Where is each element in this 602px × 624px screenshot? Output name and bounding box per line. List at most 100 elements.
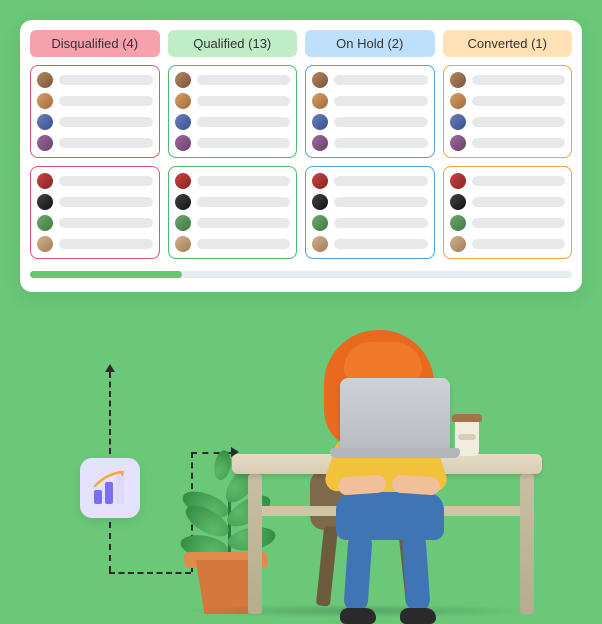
analytics-tile[interactable] (80, 458, 140, 518)
entry-placeholder-line (59, 117, 153, 127)
card-entry[interactable] (37, 72, 153, 88)
card-entry[interactable] (312, 72, 428, 88)
kanban-column (305, 65, 435, 259)
kanban-card[interactable] (30, 166, 160, 259)
entry-placeholder-line (59, 239, 153, 249)
kanban-column (168, 65, 298, 259)
card-entry[interactable] (175, 135, 291, 151)
avatar (312, 135, 328, 151)
card-entry[interactable] (312, 135, 428, 151)
connector-line (191, 452, 231, 454)
card-entry[interactable] (312, 93, 428, 109)
avatar (312, 72, 328, 88)
entry-placeholder-line (197, 75, 291, 85)
entry-placeholder-line (197, 117, 291, 127)
kanban-card[interactable] (168, 166, 298, 259)
card-entry[interactable] (175, 173, 291, 189)
avatar (37, 135, 53, 151)
card-entry[interactable] (312, 215, 428, 231)
avatar (450, 236, 466, 252)
entry-placeholder-line (472, 117, 566, 127)
card-entry[interactable] (37, 114, 153, 130)
card-entry[interactable] (450, 194, 566, 210)
entry-placeholder-line (59, 176, 153, 186)
avatar (175, 93, 191, 109)
card-entry[interactable] (175, 72, 291, 88)
card-entry[interactable] (175, 194, 291, 210)
card-entry[interactable] (450, 114, 566, 130)
entry-placeholder-line (197, 138, 291, 148)
kanban-card[interactable] (443, 65, 573, 158)
connector-line (109, 572, 191, 574)
entry-placeholder-line (197, 197, 291, 207)
card-entry[interactable] (450, 135, 566, 151)
entry-placeholder-line (59, 75, 153, 85)
desk-illustration (248, 474, 262, 614)
kanban-board: Disqualified (4) Qualified (13) On Hold (2… (20, 20, 582, 292)
entry-placeholder-line (59, 96, 153, 106)
card-entry[interactable] (175, 236, 291, 252)
kanban-card[interactable] (30, 65, 160, 158)
laptop-illustration (340, 378, 450, 450)
avatar (312, 215, 328, 231)
coffee-cup-illustration (455, 420, 479, 456)
card-entry[interactable] (175, 215, 291, 231)
desk-illustration (520, 474, 534, 614)
entry-placeholder-line (197, 176, 291, 186)
card-entry[interactable] (175, 114, 291, 130)
floor-shadow (180, 604, 540, 618)
entry-placeholder-line (472, 176, 566, 186)
horizontal-scrollbar[interactable] (30, 271, 572, 278)
card-entry[interactable] (37, 173, 153, 189)
card-entry[interactable] (450, 236, 566, 252)
card-entry[interactable] (37, 236, 153, 252)
card-entry[interactable] (37, 215, 153, 231)
column-tab[interactable]: Disqualified (4) (30, 30, 160, 57)
kanban-card[interactable] (305, 166, 435, 259)
entry-placeholder-line (472, 218, 566, 228)
kanban-card[interactable] (305, 65, 435, 158)
plant-pot (184, 552, 268, 568)
kanban-card[interactable] (168, 65, 298, 158)
avatar (37, 215, 53, 231)
chair-illustration (310, 470, 418, 530)
avatar (312, 93, 328, 109)
card-entry[interactable] (450, 215, 566, 231)
kanban-card[interactable] (443, 166, 573, 259)
connector-line (109, 372, 111, 454)
entry-placeholder-line (334, 218, 428, 228)
chair-illustration (316, 525, 338, 606)
entry-placeholder-line (334, 197, 428, 207)
card-entry[interactable] (37, 194, 153, 210)
card-entry[interactable] (312, 173, 428, 189)
card-entry[interactable] (312, 236, 428, 252)
arrowhead-icon (231, 447, 239, 457)
column-tab[interactable]: Qualified (13) (168, 30, 298, 57)
scrollbar-thumb[interactable] (30, 271, 182, 278)
avatar (37, 236, 53, 252)
avatar (37, 194, 53, 210)
card-entry[interactable] (37, 93, 153, 109)
card-entry[interactable] (37, 135, 153, 151)
card-entry[interactable] (312, 114, 428, 130)
entry-placeholder-line (334, 117, 428, 127)
avatar (450, 194, 466, 210)
card-entry[interactable] (175, 93, 291, 109)
column-tab[interactable]: On Hold (2) (305, 30, 435, 57)
card-entry[interactable] (312, 194, 428, 210)
entry-placeholder-line (334, 138, 428, 148)
avatar (312, 194, 328, 210)
desk-illustration (232, 454, 542, 474)
card-entry[interactable] (450, 72, 566, 88)
laptop-illustration (330, 448, 460, 458)
entry-placeholder-line (197, 218, 291, 228)
column-tab[interactable]: Converted (1) (443, 30, 573, 57)
entry-placeholder-line (334, 96, 428, 106)
avatar (175, 173, 191, 189)
avatar (37, 93, 53, 109)
card-entry[interactable] (450, 173, 566, 189)
avatar (312, 114, 328, 130)
avatar (450, 135, 466, 151)
card-entry[interactable] (450, 93, 566, 109)
entry-placeholder-line (472, 75, 566, 85)
